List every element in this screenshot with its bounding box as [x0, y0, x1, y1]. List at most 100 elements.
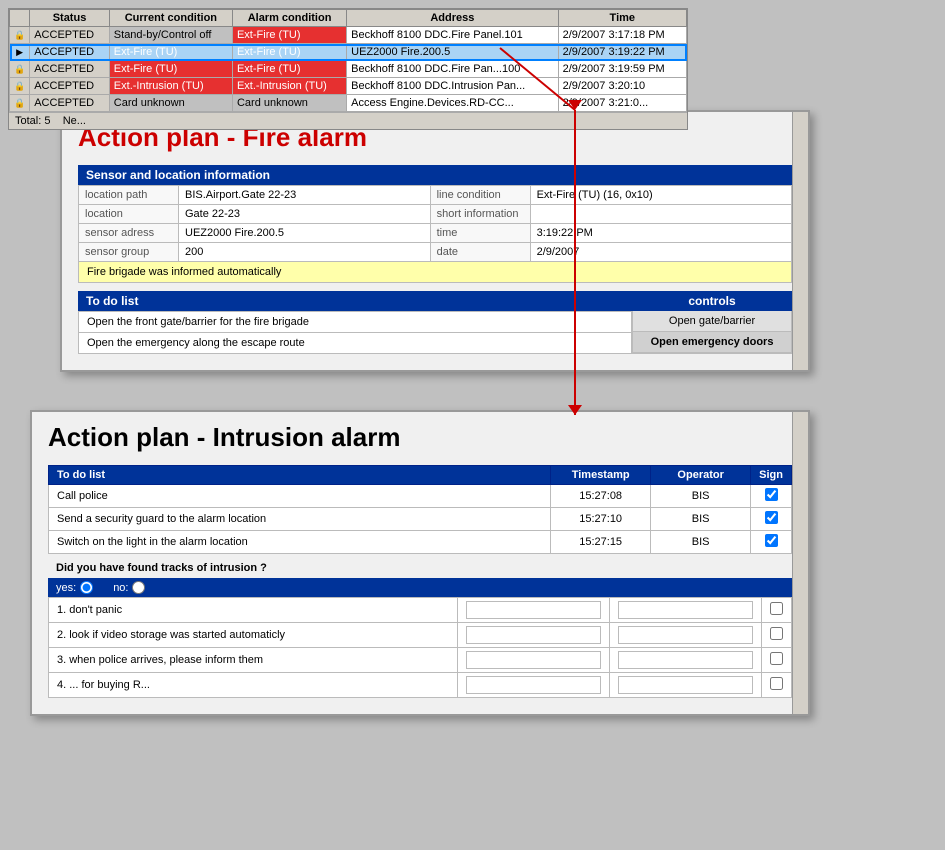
row-address: UEZ2000 Fire.200.5: [347, 44, 558, 61]
row-address: Beckhoff 8100 DDC.Fire Pan...100: [347, 61, 558, 78]
total-bar: Total: 5 Ne...: [9, 112, 687, 129]
alarm-table: Status Current condition Alarm condition…: [9, 9, 687, 112]
followup-field-2[interactable]: [618, 676, 753, 694]
date-label: date: [430, 243, 530, 262]
fire-todo-table: Open the front gate/barrier for the fire…: [78, 311, 632, 354]
intrusion-panel-scrollbar[interactable]: [792, 412, 808, 714]
row-icon: 🔒: [10, 95, 30, 112]
table-row: Call police 15:27:08 BIS: [49, 485, 792, 508]
alarm-table-container: Status Current condition Alarm condition…: [8, 8, 688, 130]
followup-checkbox-cell[interactable]: [762, 648, 792, 673]
intrusion-question: Did you have found tracks of intrusion ?: [48, 554, 792, 578]
alarm-row[interactable]: 🔒 ACCEPTED Card unknown Card unknown Acc…: [10, 95, 687, 112]
yes-no-bar: yes: no:: [48, 578, 792, 597]
row-status: ACCEPTED: [30, 44, 110, 61]
row-icon: 🔒: [10, 61, 30, 78]
row-icon: 🔒: [10, 78, 30, 95]
todo-operator: BIS: [651, 485, 751, 508]
todo-timestamp: 15:27:08: [551, 485, 651, 508]
yes-label[interactable]: yes:: [56, 581, 93, 594]
followup-checkbox[interactable]: [770, 652, 783, 665]
followup-checkbox-cell[interactable]: [762, 673, 792, 698]
controls-header: controls: [632, 291, 792, 311]
open-emergency-doors-button[interactable]: Open emergency doors: [633, 332, 791, 353]
followup-checkbox[interactable]: [770, 677, 783, 690]
no-radio[interactable]: [132, 581, 145, 594]
row-alarm-cond: Ext-Fire (TU): [232, 61, 346, 78]
sensor-group-value: 200: [179, 243, 431, 262]
todo-task: Call police: [49, 485, 551, 508]
row-status: ACCEPTED: [30, 95, 110, 112]
col-address: Address: [347, 10, 558, 27]
followup-input-1[interactable]: [457, 623, 609, 648]
row-status: ACCEPTED: [30, 27, 110, 44]
date-value: 2/9/2007: [530, 243, 791, 262]
todo-sign[interactable]: [751, 531, 792, 554]
todo-operator: BIS: [651, 508, 751, 531]
open-gate-button[interactable]: Open gate/barrier: [633, 311, 791, 332]
col-alarm: Alarm condition: [232, 10, 346, 27]
followup-text: 3. when police arrives, please inform th…: [49, 648, 458, 673]
followup-input-2[interactable]: [609, 673, 761, 698]
fire-alarm-panel: Action plan - Fire alarm Sensor and loca…: [60, 110, 810, 372]
table-row: location path BIS.Airport.Gate 22-23 lin…: [79, 186, 792, 205]
followup-checkbox[interactable]: [770, 602, 783, 615]
followup-field-1[interactable]: [466, 626, 601, 644]
no-label[interactable]: no:: [113, 581, 145, 594]
list-item: 4. ... for buying R...: [49, 673, 792, 698]
followup-field-2[interactable]: [618, 601, 753, 619]
row-current-cond: Card unknown: [109, 95, 232, 112]
todo-sign[interactable]: [751, 508, 792, 531]
fire-panel-scrollbar[interactable]: [792, 112, 808, 370]
todo-timestamp: 15:27:15: [551, 531, 651, 554]
todo-timestamp: 15:27:10: [551, 508, 651, 531]
col-sign: Sign: [751, 466, 792, 485]
followup-field-2[interactable]: [618, 651, 753, 669]
followup-field-1[interactable]: [466, 676, 601, 694]
alarm-row[interactable]: 🔒 ACCEPTED Ext.-Intrusion (TU) Ext.-Intr…: [10, 78, 687, 95]
followup-input-2[interactable]: [609, 648, 761, 673]
followup-checkbox-cell[interactable]: [762, 623, 792, 648]
followup-input-2[interactable]: [609, 598, 761, 623]
list-item: 2. look if video storage was started aut…: [49, 623, 792, 648]
row-time: 2/9/2007 3:21:0...: [558, 95, 686, 112]
followup-field-2[interactable]: [618, 626, 753, 644]
followup-checkbox[interactable]: [770, 627, 783, 640]
followup-checkbox-cell[interactable]: [762, 598, 792, 623]
time-value: 3:19:22 PM: [530, 224, 791, 243]
followup-input-1[interactable]: [457, 673, 609, 698]
location-value: Gate 22-23: [179, 205, 431, 224]
col-operator: Operator: [651, 466, 751, 485]
followup-text: 1. don't panic: [49, 598, 458, 623]
alarm-row[interactable]: 🔒 ACCEPTED Stand-by/Control off Ext-Fire…: [10, 27, 687, 44]
col-status: Status: [30, 10, 110, 27]
short-info-value: [530, 205, 791, 224]
sensor-info-table: location path BIS.Airport.Gate 22-23 lin…: [78, 185, 792, 262]
table-row: sensor group 200 date 2/9/2007: [79, 243, 792, 262]
table-row: sensor adress UEZ2000 Fire.200.5 time 3:…: [79, 224, 792, 243]
todo-task: Send a security guard to the alarm locat…: [49, 508, 551, 531]
alarm-row[interactable]: 🔒 ACCEPTED Ext-Fire (TU) Ext-Fire (TU) B…: [10, 61, 687, 78]
followup-input-1[interactable]: [457, 648, 609, 673]
sign-checkbox[interactable]: [765, 511, 778, 524]
col-todo: To do list: [49, 466, 551, 485]
table-row: Open the front gate/barrier for the fire…: [79, 312, 632, 333]
fire-brigade-note: Fire brigade was informed automatically: [78, 262, 792, 283]
sign-checkbox[interactable]: [765, 488, 778, 501]
intrusion-todo-table: To do list Timestamp Operator Sign Call …: [48, 465, 792, 554]
followup-input-2[interactable]: [609, 623, 761, 648]
row-icon: 🔒: [10, 27, 30, 44]
row-current-cond: Ext-Fire (TU): [109, 61, 232, 78]
location-label: location: [79, 205, 179, 224]
followup-field-1[interactable]: [466, 651, 601, 669]
followup-field-1[interactable]: [466, 601, 601, 619]
followup-table: 1. don't panic 2. look if video storage …: [48, 597, 792, 698]
todo-sign[interactable]: [751, 485, 792, 508]
sign-checkbox[interactable]: [765, 534, 778, 547]
row-address: Beckhoff 8100 DDC.Intrusion Pan...: [347, 78, 558, 95]
followup-input-1[interactable]: [457, 598, 609, 623]
alarm-row[interactable]: ▶ ACCEPTED Ext-Fire (TU) Ext-Fire (TU) U…: [10, 44, 687, 61]
location-path-label: location path: [79, 186, 179, 205]
todo-header: To do list: [78, 291, 632, 311]
yes-radio[interactable]: [80, 581, 93, 594]
